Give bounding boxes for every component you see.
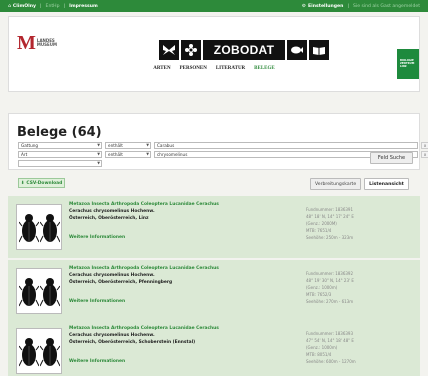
chevron-down-icon: ▼ — [97, 143, 100, 147]
beetle-icon — [39, 338, 60, 367]
record-meta: Fundnummer: 1836393 47° 54' N, 14° 18' 48… — [306, 331, 356, 364]
nav-personen[interactable]: PERSONEN — [180, 66, 207, 71]
fish-icon — [287, 40, 307, 60]
beetle-icon — [18, 338, 39, 367]
nav-belege[interactable]: BELEGE — [254, 66, 275, 71]
filter-row-3: ▼ — [18, 160, 102, 167]
species-name: Cerachus chrysomelinus Hochenw. — [69, 273, 155, 278]
nav-arten[interactable]: ARTEN — [153, 66, 170, 71]
field-select[interactable]: ▼ — [18, 160, 102, 167]
more-info-link[interactable]: Weitere Informationen — [69, 359, 125, 364]
beetle-icon — [39, 214, 60, 243]
location: Österreich, Oberösterreich, Schoberstein… — [69, 340, 196, 345]
more-info-link[interactable]: Weitere Informationen — [69, 235, 125, 240]
beetle-icon — [39, 278, 60, 307]
list-item: Metazoa Insecta Arthropoda Coleoptera Lu… — [8, 196, 420, 258]
find-button[interactable]: Feld Suche — [370, 152, 413, 164]
page-title: Belege (64) — [17, 125, 102, 140]
nav-literatur[interactable]: LITERATUR — [216, 66, 245, 71]
list-item: Metazoa Insecta Arthropoda Coleoptera Lu… — [8, 320, 420, 376]
gear-icon[interactable]: ⚙ — [302, 4, 306, 9]
beetle-icon — [18, 214, 39, 243]
list-item: Metazoa Insecta Arthropoda Coleoptera Lu… — [8, 260, 420, 322]
field-select[interactable]: Gattung ▼ — [18, 142, 102, 149]
remove-filter-button[interactable]: x — [421, 142, 428, 149]
specimen-thumbnail[interactable] — [16, 268, 62, 314]
remove-filter-button[interactable]: x — [421, 151, 428, 158]
taxonomy-link[interactable]: Metazoa Insecta Arthropoda Coleoptera Lu… — [69, 266, 219, 271]
main-nav: ARTEN PERSONEN LITERATUR BELEGE — [9, 66, 419, 71]
species-name: Cerachus chrysomelinus Hochenw. — [69, 209, 155, 214]
taxonomy-link[interactable]: Metazoa Insecta Arthropoda Coleoptera Lu… — [69, 326, 219, 331]
book-icon — [309, 40, 329, 60]
tab-map[interactable]: Verbreitungskarte — [310, 178, 362, 190]
site-header: M LANDES MUSEUM ZOBODAT BIOLOGIE ZENTRUM… — [8, 16, 420, 92]
view-tabs: Verbreitungskarte Listenansicht — [310, 178, 409, 190]
chevron-down-icon: ▼ — [146, 152, 149, 156]
impressum-link[interactable]: Impressum — [69, 4, 98, 9]
top-bar: ⌂ ClimOlny | EntHp | Impressum ⚙ Einstel… — [0, 0, 428, 12]
zobodat-wordmark: ZOBODAT — [203, 40, 285, 60]
download-icon: ⬇ — [20, 180, 25, 186]
species-name: Cerachus chrysomelinus Hochenw. — [69, 333, 155, 338]
butterfly-icon — [159, 40, 179, 60]
chevron-down-icon: ▼ — [146, 143, 149, 147]
filter-row-1: Gattung ▼ enthält ▼ Carabus x — [18, 142, 428, 149]
specimen-thumbnail[interactable] — [16, 328, 62, 374]
home-icon[interactable]: ⌂ — [8, 4, 11, 9]
specimen-thumbnail[interactable] — [16, 204, 62, 250]
guest-status: Sie sind als Gast angemeldet — [353, 3, 420, 9]
flower-icon — [181, 40, 201, 60]
value-input[interactable]: Carabus — [154, 142, 418, 149]
landesmuseum-logo[interactable]: M LANDES MUSEUM — [17, 33, 57, 53]
topbar-link-1[interactable]: EntHp — [46, 4, 60, 9]
settings-link[interactable]: Einstellungen — [308, 4, 343, 9]
chevron-down-icon: ▼ — [97, 152, 100, 156]
tab-list[interactable]: Listenansicht — [364, 178, 409, 190]
zobodat-logo[interactable]: ZOBODAT — [159, 40, 329, 60]
location: Österreich, Oberösterreich, Pfenningberg — [69, 280, 173, 285]
filter-row-2: Art ▼ enthält ▼ chrysomelinus x — [18, 151, 428, 158]
more-info-link[interactable]: Weitere Informationen — [69, 299, 125, 304]
beetle-icon — [18, 278, 39, 307]
csv-download-button[interactable]: ⬇ CSV-Download — [18, 178, 65, 188]
record-meta: Fundnummer: 1836392 48° 19' 30" N, 14° 23… — [306, 271, 354, 304]
location: Österreich, Oberösterreich, Linz — [69, 216, 149, 221]
chevron-down-icon: ▼ — [97, 161, 100, 165]
record-meta: Fundnummer: 1836391 48° 18' N, 14° 17' 24… — [306, 207, 354, 240]
field-select[interactable]: Art ▼ — [18, 151, 102, 158]
biologiezentrum-logo[interactable]: BIOLOGIE ZENTRUM LINZ — [397, 49, 419, 79]
home-link[interactable]: ClimOlny — [13, 4, 36, 9]
operator-select[interactable]: enthält ▼ — [105, 142, 151, 149]
taxonomy-link[interactable]: Metazoa Insecta Arthropoda Coleoptera Lu… — [69, 202, 219, 207]
operator-select[interactable]: enthält ▼ — [105, 151, 151, 158]
